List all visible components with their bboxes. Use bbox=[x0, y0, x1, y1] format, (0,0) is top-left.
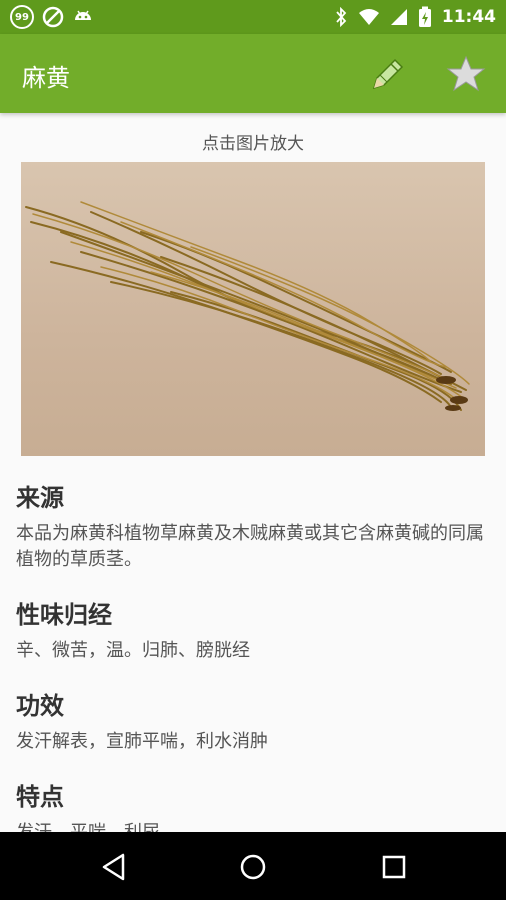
star-icon[interactable] bbox=[446, 54, 486, 94]
section-efficacy: 功效 发汗解表，宣肺平喘，利水消肿 bbox=[16, 686, 492, 755]
status-bar-right: 11:44 bbox=[334, 6, 496, 28]
image-caption: 点击图片放大 bbox=[202, 134, 304, 154]
back-icon[interactable] bbox=[98, 850, 132, 884]
navigation-bar bbox=[0, 832, 506, 900]
section-text: 发汗解表，宣肺平喘，利水消肿 bbox=[16, 731, 268, 752]
section-heading: 来源 bbox=[16, 484, 64, 512]
edit-icon[interactable] bbox=[368, 54, 408, 94]
signal-icon bbox=[390, 9, 407, 25]
section-source: 来源 本品为麻黄科植物草麻黄及木贼麻黄或其它含麻黄碱的同属植物的草质茎。 bbox=[16, 478, 492, 573]
app-bar: 麻黄 bbox=[0, 34, 506, 113]
section-heading: 性味归经 bbox=[16, 601, 112, 629]
section-nature-meridian: 性味归经 辛、微苦，温。归肺、膀胱经 bbox=[16, 595, 492, 664]
notification-99-icon: 99 bbox=[10, 5, 34, 29]
home-icon[interactable] bbox=[236, 850, 270, 884]
section-heading: 功效 bbox=[16, 692, 64, 720]
recents-icon[interactable] bbox=[377, 850, 411, 884]
android-icon bbox=[75, 10, 91, 20]
status-bar-left: 99 bbox=[10, 5, 94, 29]
herb-photo-drawing bbox=[25, 201, 470, 411]
section-text: 本品为麻黄科植物草麻黄及木贼麻黄或其它含麻黄碱的同属植物的草质茎。 bbox=[16, 523, 484, 570]
bluetooth-icon bbox=[336, 7, 347, 27]
herb-photo[interactable] bbox=[21, 162, 485, 456]
blocked-icon bbox=[42, 6, 64, 28]
section-heading: 特点 bbox=[16, 783, 64, 811]
battery-charging-icon bbox=[418, 6, 431, 27]
status-bar: 99 11:44 bbox=[0, 0, 506, 34]
page-title: 麻黄 bbox=[22, 64, 70, 92]
herb-details: 来源 本品为麻黄科植物草麻黄及木贼麻黄或其它含麻黄碱的同属植物的草质茎。 性味归… bbox=[16, 478, 492, 868]
section-text: 辛、微苦，温。归肺、膀胱经 bbox=[16, 640, 250, 661]
clock-time: 11:44 bbox=[441, 7, 496, 27]
wifi-icon bbox=[358, 9, 379, 25]
